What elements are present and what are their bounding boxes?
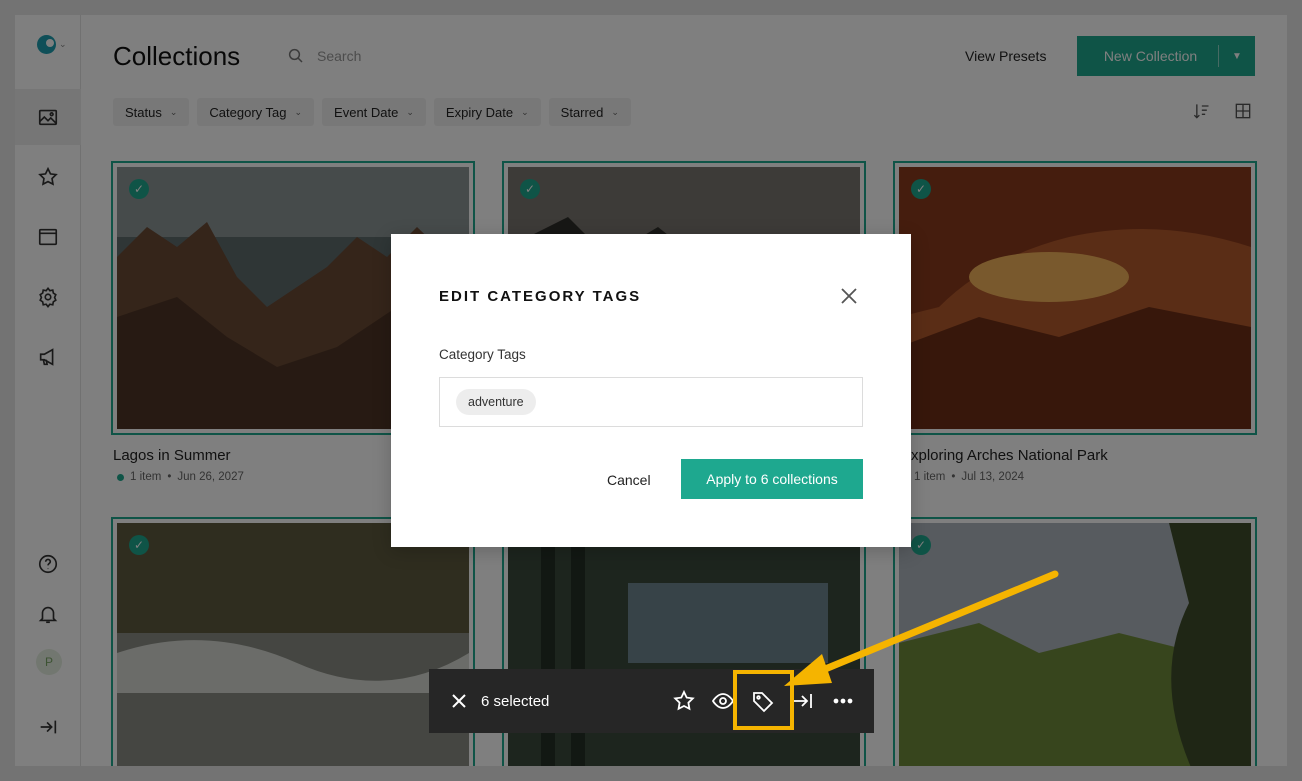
star-button[interactable] xyxy=(672,689,696,713)
close-icon xyxy=(452,694,466,708)
star-icon xyxy=(673,689,695,711)
selection-toolbar: 6 selected xyxy=(429,669,874,733)
arrow-to-right-icon xyxy=(794,694,812,708)
category-tags-input[interactable]: adventure xyxy=(439,377,863,427)
category-tags-label: Category Tags xyxy=(439,347,526,362)
close-button[interactable] xyxy=(839,286,859,306)
apply-button[interactable]: Apply to 6 collections xyxy=(681,459,863,499)
visibility-button[interactable] xyxy=(711,689,735,713)
dialog-title: EDIT CATEGORY TAGS xyxy=(439,288,642,305)
selection-count: 6 selected xyxy=(481,693,550,710)
more-horizontal-icon xyxy=(833,698,853,704)
more-button[interactable] xyxy=(831,689,855,713)
move-button[interactable] xyxy=(791,689,815,713)
highlight-box xyxy=(733,670,794,730)
clear-selection-button[interactable] xyxy=(449,691,469,711)
tag-chip[interactable]: adventure xyxy=(456,389,536,415)
eye-icon xyxy=(711,693,735,709)
cancel-button[interactable]: Cancel xyxy=(607,472,651,488)
close-icon xyxy=(841,288,857,304)
edit-category-tags-dialog: EDIT CATEGORY TAGS Category Tags adventu… xyxy=(391,234,911,547)
